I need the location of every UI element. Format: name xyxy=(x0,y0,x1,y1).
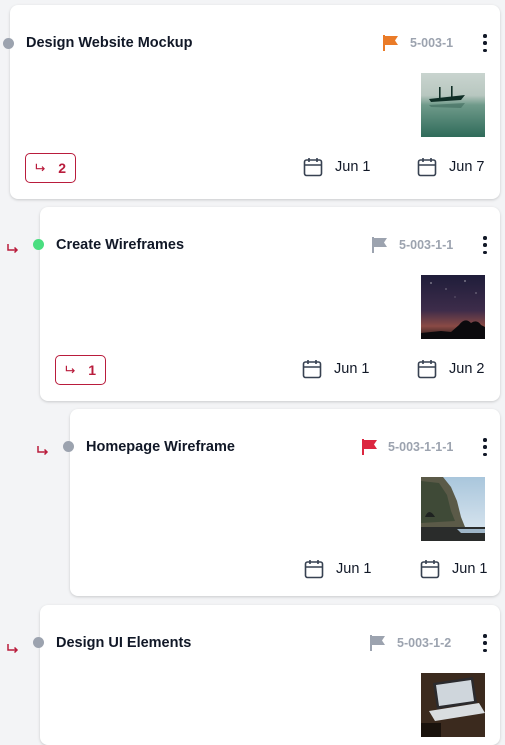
task-card-create-wireframes[interactable]: Create Wireframes 5-003-1-1 1 Jun 1 Jun … xyxy=(33,207,500,401)
task-card-design-website-mockup[interactable]: Design Website Mockup 5-003-1 2 Jun 1 Ju… xyxy=(3,5,500,199)
task-title: Design UI Elements xyxy=(56,635,192,651)
subtask-arrow-icon xyxy=(65,365,75,374)
start-date-label: Jun 1 xyxy=(336,561,372,577)
task-card-design-ui-elements[interactable]: Design UI Elements 5-003-1-2 xyxy=(33,605,500,745)
subtask-count: 2 xyxy=(58,160,66,176)
task-code: 5-003-1 xyxy=(410,36,454,50)
calendar-icon xyxy=(420,560,440,579)
child-branch-icon xyxy=(37,446,49,456)
coastal-cliff-photo xyxy=(421,477,485,541)
end-date-label: Jun 1 xyxy=(452,561,488,577)
start-date[interactable]: Jun 1 xyxy=(303,157,370,177)
end-date-label: Jun 7 xyxy=(449,159,485,175)
red-flag-icon[interactable] xyxy=(361,438,379,456)
gray-flag-icon[interactable] xyxy=(369,634,387,652)
calendar-icon xyxy=(417,158,437,177)
calendar-icon xyxy=(302,360,322,379)
start-date[interactable]: Jun 1 xyxy=(304,559,371,579)
task-title: Design Website Mockup xyxy=(26,35,193,51)
end-date-label: Jun 2 xyxy=(449,361,485,377)
child-branch-icon xyxy=(7,644,19,654)
more-menu-icon[interactable] xyxy=(482,236,488,254)
lake-with-boat-photo xyxy=(421,73,485,137)
task-code: 5-003-1-2 xyxy=(397,636,452,650)
child-branch-icon xyxy=(7,244,19,254)
orange-flag-icon[interactable] xyxy=(382,34,400,52)
start-date-label: Jun 1 xyxy=(334,361,370,377)
subtask-count-button[interactable]: 1 xyxy=(55,355,106,385)
status-dot xyxy=(63,441,74,452)
subtask-arrow-icon xyxy=(35,163,45,172)
task-title: Create Wireframes xyxy=(56,237,185,253)
calendar-icon xyxy=(303,158,323,177)
task-code: 5-003-1-1 xyxy=(399,238,454,252)
task-title: Homepage Wireframe xyxy=(86,439,235,455)
subtask-count-button[interactable]: 2 xyxy=(25,153,76,183)
more-menu-icon[interactable] xyxy=(482,634,488,652)
task-card-homepage-wireframe[interactable]: Homepage Wireframe 5-003-1-1-1 Jun 1 Jun xyxy=(63,409,500,596)
gray-flag-icon[interactable] xyxy=(371,236,389,254)
calendar-icon xyxy=(304,560,324,579)
status-dot xyxy=(3,38,14,49)
more-menu-icon[interactable] xyxy=(482,34,488,52)
start-date[interactable]: Jun 1 xyxy=(302,359,369,379)
end-date[interactable]: Jun 7 xyxy=(417,157,484,177)
more-menu-icon[interactable] xyxy=(482,438,488,456)
status-dot xyxy=(33,637,44,648)
night-sky-photo xyxy=(421,275,485,339)
status-dot xyxy=(33,239,44,250)
start-date-label: Jun 1 xyxy=(335,159,371,175)
task-code: 5-003-1-1-1 xyxy=(388,440,454,454)
end-date[interactable]: Jun 1 xyxy=(420,559,487,579)
subtask-count: 1 xyxy=(88,362,96,378)
laptop-on-desk-photo xyxy=(421,673,485,737)
end-date[interactable]: Jun 2 xyxy=(417,359,484,379)
calendar-icon xyxy=(417,360,437,379)
